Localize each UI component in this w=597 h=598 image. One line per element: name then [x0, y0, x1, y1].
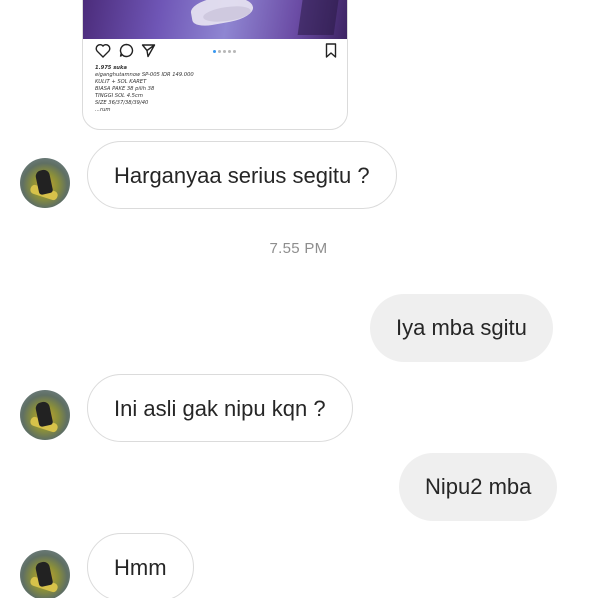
- post-image-shape: [297, 0, 341, 35]
- caption-line: eiganghutamnow SP-005 IDR 149.000: [95, 72, 194, 78]
- message-timestamp: 7.55 PM: [269, 240, 328, 257]
- message-bubble-outgoing[interactable]: Iya mba sgitu: [370, 294, 553, 362]
- carousel-dots: [213, 50, 238, 54]
- message-bubble-incoming[interactable]: Ini asli gak nipu kqn ?: [87, 374, 353, 442]
- caption-line: SIZE 36/37/38/39/40: [95, 100, 149, 106]
- direct-share-icon[interactable]: [141, 43, 156, 63]
- post-caption: 1.975 suka eiganghutamnow SP-005 IDR 149…: [95, 65, 335, 114]
- caption-line: BIASA PAKE 38 pilih 38: [95, 86, 155, 92]
- message-bubble-outgoing[interactable]: Nipu2 mba: [399, 453, 558, 521]
- dm-thread: 1.975 suka eiganghutamnow SP-005 IDR 149…: [0, 0, 597, 598]
- avatar[interactable]: [20, 390, 70, 440]
- comment-icon[interactable]: [119, 43, 134, 63]
- message-bubble-incoming[interactable]: Hmm: [87, 533, 194, 598]
- message-bubble-incoming[interactable]: Harganyaa serius segitu ?: [87, 141, 397, 209]
- bookmark-icon[interactable]: [325, 43, 337, 63]
- caption-line: TINGGI SOL 4.5cm: [95, 93, 143, 99]
- caption-line: KULIT + SOL KARET: [95, 79, 147, 85]
- shared-post-card[interactable]: 1.975 suka eiganghutamnow SP-005 IDR 149…: [82, 0, 348, 130]
- avatar[interactable]: [20, 158, 70, 208]
- shared-post-image[interactable]: [83, 0, 347, 39]
- heart-outline-icon[interactable]: [95, 43, 111, 63]
- avatar[interactable]: [20, 550, 70, 598]
- caption-line: ...rum: [95, 107, 111, 113]
- post-likes: 1.975 suka: [95, 65, 127, 71]
- post-actions-bar: [95, 43, 337, 61]
